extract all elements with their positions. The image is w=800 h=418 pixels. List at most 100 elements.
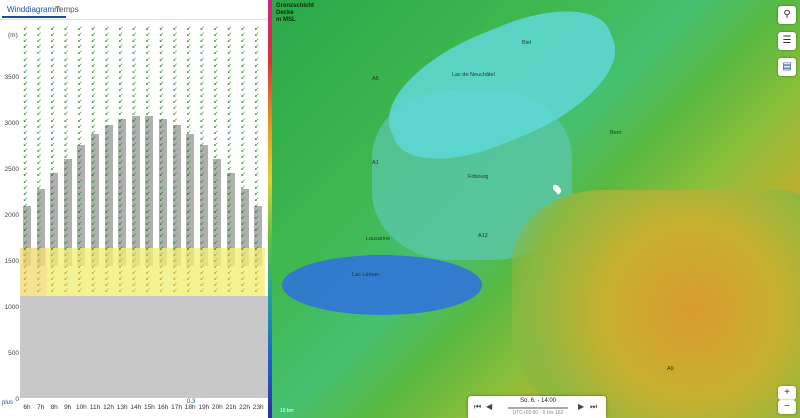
wind-barb: ↙ (131, 215, 137, 222)
settings-button[interactable]: ☰ (778, 32, 796, 50)
wind-barb: ↙ (199, 123, 205, 130)
wind-column[interactable]: ↙ ↙ ↙ ↙ ↙ ↙ ↙ ↙ ↙ ↙ ↙ ↙ ↙ ↙ ↙ ↙ ↙ ↙ ↙ ↙ ↙ ↙ ↙ ↙ ↙ ↙ ↙ ↙ ↙ ↙ ↙ ↙ ↙ ↙ ↙ ↙ ↙ ↙ ↙ ↙… (33, 26, 48, 296)
wind-barb: ↙ (118, 129, 124, 136)
wind-barb: ↙ (199, 68, 205, 75)
wind-column[interactable]: ↙ ↙ ↙ ↙ ↙ ↙ ↙ ↙ ↙ ↙ ↙ ↙ ↙ ↙ ↙ ↙ ↙ ↙ ↙ ↙ ↙ ↙ ↙ ↙ ↙ ↙ ↙ ↙ ↙ ↙ ↙ ↙ ↙ ↙ ↙ ↙ ↙ ↙ ↙ ↙… (196, 26, 211, 296)
wind-barb: ↙ (23, 87, 29, 93)
wind-barb: ↙ (172, 288, 178, 295)
zoom-in-button[interactable]: + (778, 386, 796, 400)
y-axis-label: 2500 (4, 166, 19, 173)
wind-column[interactable]: ↙ ↙ ↙ ↙ ↙ ↙ ↙ ↙ ↙ ↙ ↙ ↙ ↙ ↙ ↙ ↙ ↙ ↙ ↙ ↙ ↙ ↙ ↙ ↙ ↙ ↙ ↙ ↙ ↙ ↙ ↙ ↙ ↙ ↙ ↙ ↙ ↙ ↙ ↙ ↙… (224, 26, 238, 296)
wind-barb: ↙ (186, 202, 192, 209)
wind-column[interactable]: ↙ ↙ ↙ ↙ ↙ ↙ ↙ ↙ ↙ ↙ ↙ ↙ ↙ ↙ ↙ ↙ ↙ ↙ ↙ ↙ ↙ ↙ ↙ ↙ ↙ ↙ ↙ ↙ ↙ ↙ ↙ ↙ ↙ ↙ ↙ ↙ ↙ ↙ ↙ ↙… (47, 26, 61, 296)
tab-temps[interactable]: Temps (50, 3, 84, 16)
prev-icon[interactable]: ◀ (486, 402, 492, 411)
chart-button[interactable]: ▤ (778, 58, 796, 76)
wind-barb: ↙ (36, 80, 42, 87)
map-view[interactable]: Grenzschicht Decke m MSL A5 A1 A9 A12 La… (272, 0, 800, 418)
wind-barb: ↙ (118, 99, 124, 106)
wind-barb: ↙ (104, 99, 110, 106)
wind-column[interactable]: ↙ ↙ ↙ ↙ ↙ ↙ ↙ ↙ ↙ ↙ ↙ ↙ ↙ ↙ ↙ ↙ ↙ ↙ ↙ ↙ ↙ ↙ ↙ ↙ ↙ ↙ ↙ ↙ ↙ ↙ ↙ ↙ ↙ ↙ ↙ ↙ ↙ ↙ ↙ ↙… (210, 26, 224, 296)
wind-barb: ↙ (23, 32, 29, 39)
wind-barb: ↙ (213, 123, 219, 130)
wind-column[interactable]: ↙ ↙ ↙ ↙ ↙ ↙ ↙ ↙ ↙ ↙ ↙ ↙ ↙ ↙ ↙ ↙ ↙ ↙ ↙ ↙ ↙ ↙ ↙ ↙ ↙ ↙ ↙ ↙ ↙ ↙ ↙ ↙ ↙ ↙ ↙ ↙ ↙ ↙ ↙ ↙… (20, 26, 34, 296)
wind-barb: ↙ (172, 50, 178, 57)
wind-barb: ↙ (159, 129, 165, 136)
wind-barb: ↙ (172, 276, 178, 283)
wind-barb: ↙ (23, 68, 29, 75)
wind-barb: ↙ (186, 160, 192, 167)
wind-barb: ↙ (199, 276, 205, 283)
wind-barb: ↙ (213, 245, 219, 252)
wind-barb: ↙ (213, 196, 219, 203)
wind-column[interactable]: ↙ ↙ ↙ ↙ ↙ ↙ ↙ ↙ ↙ ↙ ↙ ↙ ↙ ↙ ↙ ↙ ↙ ↙ ↙ ↙ ↙ ↙ ↙ ↙ ↙ ↙ ↙ ↙ ↙ ↙ ↙ ↙ ↙ ↙ ↙ ↙ ↙ ↙ ↙ ↙… (251, 26, 265, 296)
wind-barb: ↙ (118, 263, 124, 270)
wind-barb: ↙ (104, 251, 110, 258)
wind-barb: ↙ (145, 38, 151, 45)
wind-barb: ↙ (172, 257, 178, 264)
wind-barb: ↙ (131, 26, 137, 32)
next-icon[interactable]: ▶ (578, 402, 584, 411)
wind-barb: ↙ (50, 227, 56, 234)
wind-column[interactable]: ↙ ↙ ↙ ↙ ↙ ↙ ↙ ↙ ↙ ↙ ↙ ↙ ↙ ↙ ↙ ↙ ↙ ↙ ↙ ↙ ↙ ↙ ↙ ↙ ↙ ↙ ↙ ↙ ↙ ↙ ↙ ↙ ↙ ↙ ↙ ↙ ↙ ↙ ↙ ↙… (237, 26, 252, 296)
time-control: ⏮ ◀ So. 6. - 14:00 UTC+02:00 · 0 hrs 162… (468, 396, 606, 418)
wind-barb: ↙ (131, 117, 137, 124)
wind-barb: ↙ (254, 32, 260, 39)
wind-column[interactable]: ↙ ↙ ↙ ↙ ↙ ↙ ↙ ↙ ↙ ↙ ↙ ↙ ↙ ↙ ↙ ↙ ↙ ↙ ↙ ↙ ↙ ↙ ↙ ↙ ↙ ↙ ↙ ↙ ↙ ↙ ↙ ↙ ↙ ↙ ↙ ↙ ↙ ↙ ↙ ↙… (115, 26, 129, 296)
zoom-out-button[interactable]: − (778, 400, 796, 414)
wind-column[interactable]: ↙ ↙ ↙ ↙ ↙ ↙ ↙ ↙ ↙ ↙ ↙ ↙ ↙ ↙ ↙ ↙ ↙ ↙ ↙ ↙ ↙ ↙ ↙ ↙ ↙ ↙ ↙ ↙ ↙ ↙ ↙ ↙ ↙ ↙ ↙ ↙ ↙ ↙ ↙ ↙… (101, 26, 116, 296)
wind-column[interactable]: ↙ ↙ ↙ ↙ ↙ ↙ ↙ ↙ ↙ ↙ ↙ ↙ ↙ ↙ ↙ ↙ ↙ ↙ ↙ ↙ ↙ ↙ ↙ ↙ ↙ ↙ ↙ ↙ ↙ ↙ ↙ ↙ ↙ ↙ ↙ ↙ ↙ ↙ ↙ ↙… (169, 26, 184, 296)
wind-barb: ↙ (186, 154, 192, 161)
wind-barb: ↙ (227, 270, 233, 276)
wind-barb: ↙ (36, 105, 42, 112)
wind-barb: ↙ (240, 196, 246, 203)
wind-column[interactable]: ↙ ↙ ↙ ↙ ↙ ↙ ↙ ↙ ↙ ↙ ↙ ↙ ↙ ↙ ↙ ↙ ↙ ↙ ↙ ↙ ↙ ↙ ↙ ↙ ↙ ↙ ↙ ↙ ↙ ↙ ↙ ↙ ↙ ↙ ↙ ↙ ↙ ↙ ↙ ↙… (156, 26, 170, 296)
wind-barb: ↙ (118, 202, 124, 209)
wind-barb: ↙ (240, 202, 246, 209)
wind-column[interactable]: ↙ ↙ ↙ ↙ ↙ ↙ ↙ ↙ ↙ ↙ ↙ ↙ ↙ ↙ ↙ ↙ ↙ ↙ ↙ ↙ ↙ ↙ ↙ ↙ ↙ ↙ ↙ ↙ ↙ ↙ ↙ ↙ ↙ ↙ ↙ ↙ ↙ ↙ ↙ ↙… (88, 26, 102, 296)
wind-barb: ↙ (36, 111, 42, 118)
search-button[interactable]: ⚲ (778, 6, 796, 24)
wind-barb: ↙ (213, 148, 219, 154)
wind-barb: ↙ (23, 99, 29, 106)
wind-barb: ↙ (23, 56, 29, 63)
wind-barb: ↙ (63, 239, 69, 246)
wind-barb: ↙ (145, 111, 151, 118)
map-layer-title: Grenzschicht Decke m MSL (276, 3, 314, 24)
wind-barb: ↙ (213, 68, 219, 75)
wind-barb: ↙ (118, 166, 124, 173)
wind-barb: ↙ (63, 166, 69, 173)
wind-barb: ↙ (186, 190, 192, 197)
first-icon[interactable]: ⏮ (474, 402, 481, 412)
wind-column[interactable]: ↙ ↙ ↙ ↙ ↙ ↙ ↙ ↙ ↙ ↙ ↙ ↙ ↙ ↙ ↙ ↙ ↙ ↙ ↙ ↙ ↙ ↙ ↙ ↙ ↙ ↙ ↙ ↙ ↙ ↙ ↙ ↙ ↙ ↙ ↙ ↙ ↙ ↙ ↙ ↙… (74, 26, 88, 296)
wind-barb: ↙ (159, 74, 165, 81)
wind-barb: ↙ (186, 233, 192, 240)
wind-barb: ↙ (213, 288, 219, 295)
wind-barb: ↙ (91, 172, 97, 179)
x-axis-label: 11h (89, 404, 101, 411)
time-slider[interactable] (508, 407, 568, 409)
app-root: Winddiagramm Temps (m) 3500 3000 2500 2000 1… (0, 0, 800, 418)
wind-barb: ↙ (213, 276, 219, 283)
wind-barb: ↙ (63, 215, 69, 222)
wind-column[interactable]: ↙ ↙ ↙ ↙ ↙ ↙ ↙ ↙ ↙ ↙ ↙ ↙ ↙ ↙ ↙ ↙ ↙ ↙ ↙ ↙ ↙ ↙ ↙ ↙ ↙ ↙ ↙ ↙ ↙ ↙ ↙ ↙ ↙ ↙ ↙ ↙ ↙ ↙ ↙ ↙… (142, 26, 156, 296)
wind-column[interactable]: ↙ ↙ ↙ ↙ ↙ ↙ ↙ ↙ ↙ ↙ ↙ ↙ ↙ ↙ ↙ ↙ ↙ ↙ ↙ ↙ ↙ ↙ ↙ ↙ ↙ ↙ ↙ ↙ ↙ ↙ ↙ ↙ ↙ ↙ ↙ ↙ ↙ ↙ ↙ ↙… (60, 26, 75, 296)
wind-barb: ↙ (91, 99, 97, 106)
plus-link[interactable]: plus (2, 400, 13, 406)
wind-barb: ↙ (50, 288, 56, 295)
wind-column[interactable]: ↙ ↙ ↙ ↙ ↙ ↙ ↙ ↙ ↙ ↙ ↙ ↙ ↙ ↙ ↙ ↙ ↙ ↙ ↙ ↙ ↙ ↙ ↙ ↙ ↙ ↙ ↙ ↙ ↙ ↙ ↙ ↙ ↙ ↙ ↙ ↙ ↙ ↙ ↙ ↙… (128, 26, 143, 296)
wind-barb: ↙ (131, 209, 137, 215)
map-label: Lac Léman (352, 272, 380, 278)
x-axis-label: 7h (36, 404, 45, 411)
last-icon[interactable]: ⏭ (590, 402, 597, 412)
wind-column[interactable]: ↙ ↙ ↙ ↙ ↙ ↙ ↙ ↙ ↙ ↙ ↙ ↙ ↙ ↙ ↙ ↙ ↙ ↙ ↙ ↙ ↙ ↙ ↙ ↙ ↙ ↙ ↙ ↙ ↙ ↙ ↙ ↙ ↙ ↙ ↙ ↙ ↙ ↙ ↙ ↙… (183, 26, 197, 296)
wind-barb: ↙ (172, 38, 178, 45)
wind-barb: ↙ (159, 117, 165, 124)
wind-barb: ↙ (254, 56, 260, 63)
wind-barb: ↙ (254, 184, 260, 191)
wind-barb: ↙ (104, 135, 110, 142)
wind-barb: ↙ (159, 141, 165, 148)
wind-barb: ↙ (172, 166, 178, 173)
wind-barb: ↙ (240, 32, 246, 39)
wind-barb: ↙ (213, 62, 219, 69)
